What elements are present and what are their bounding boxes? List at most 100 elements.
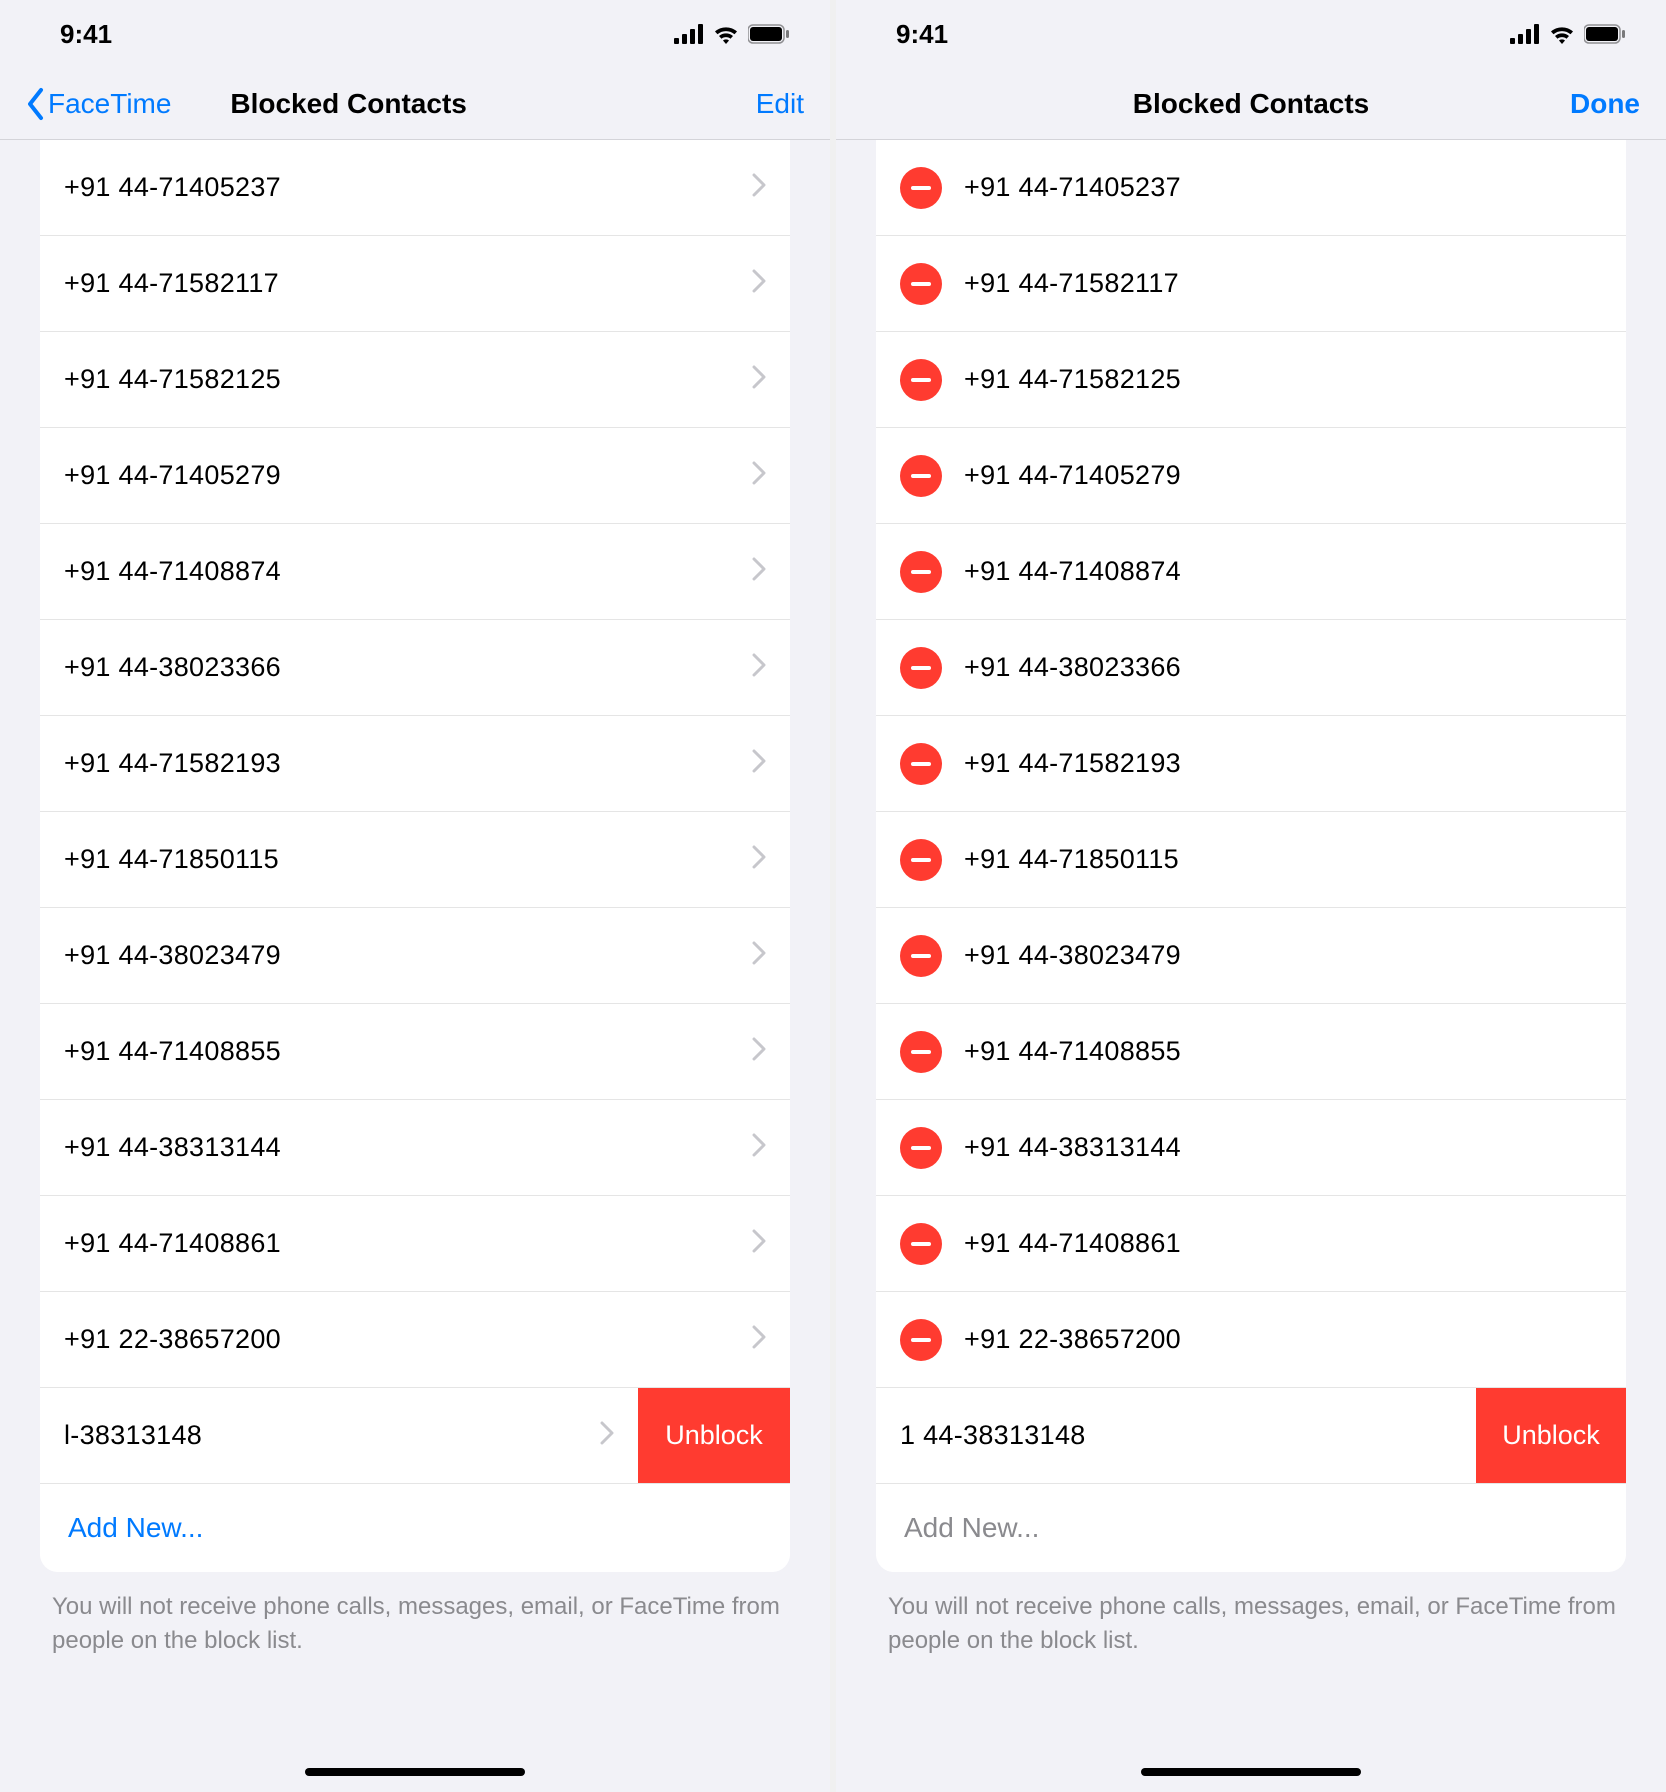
blocked-contact-row[interactable]: +91 44-38313144 bbox=[40, 1100, 790, 1196]
phone-right: 9:41 Blocked Contacts Done +91 44-714052… bbox=[836, 0, 1666, 1792]
delete-minus-icon[interactable] bbox=[900, 1031, 942, 1073]
blocked-contact-row: +91 44-71408861 bbox=[876, 1196, 1626, 1292]
page-title: Blocked Contacts bbox=[1133, 88, 1370, 120]
footer-text: You will not receive phone calls, messag… bbox=[0, 1572, 830, 1657]
blocked-contact-row[interactable]: +91 44-71408855 bbox=[40, 1004, 790, 1100]
contact-number: +91 44-71582117 bbox=[964, 268, 1602, 299]
contact-number: +91 44-71582117 bbox=[64, 268, 752, 299]
blocked-contact-row[interactable]: +91 44-38023366 bbox=[40, 620, 790, 716]
blocked-contact-row: +91 44-38313144 bbox=[876, 1100, 1626, 1196]
blocked-contact-row[interactable]: +91 44-71582193 bbox=[40, 716, 790, 812]
add-new-label: Add New... bbox=[904, 1512, 1039, 1544]
contact-number: +91 44-71405237 bbox=[964, 172, 1602, 203]
chevron-right-icon bbox=[752, 365, 766, 394]
chevron-right-icon bbox=[600, 1421, 614, 1450]
delete-minus-icon[interactable] bbox=[900, 1319, 942, 1361]
contact-number: +91 44-38023366 bbox=[64, 652, 752, 683]
blocked-contact-row: +91 44-71582117 bbox=[876, 236, 1626, 332]
contact-number: +91 44-71408861 bbox=[964, 1228, 1602, 1259]
home-indicator[interactable] bbox=[1141, 1768, 1361, 1776]
cellular-signal-icon bbox=[674, 24, 704, 44]
contact-number: +91 44-71850115 bbox=[964, 844, 1602, 875]
delete-minus-icon[interactable] bbox=[900, 359, 942, 401]
page-title: Blocked Contacts bbox=[230, 88, 467, 120]
chevron-right-icon bbox=[752, 1037, 766, 1066]
cellular-signal-icon bbox=[1510, 24, 1540, 44]
contact-number: +91 44-71408855 bbox=[64, 1036, 752, 1067]
unblock-button-highlighted: Unblock bbox=[638, 1388, 790, 1483]
home-indicator[interactable] bbox=[305, 1768, 525, 1776]
edit-button[interactable]: Edit bbox=[756, 88, 804, 120]
phone-left: 9:41 FaceTime Blocked Contacts Edit +91 … bbox=[0, 0, 830, 1792]
status-bar: 9:41 bbox=[0, 0, 830, 68]
blocked-contact-row[interactable]: +91 44-71850115 bbox=[40, 812, 790, 908]
blocked-contact-row-swiped[interactable]: l-38313148 Unblock bbox=[40, 1388, 790, 1484]
contact-number: 1 44-38313148 bbox=[900, 1420, 1452, 1451]
delete-minus-icon[interactable] bbox=[900, 935, 942, 977]
battery-icon bbox=[748, 24, 790, 44]
wifi-icon bbox=[712, 24, 740, 44]
blocked-contacts-list: +91 44-71405237 +91 44-71582117 +91 44-715… bbox=[40, 140, 790, 1572]
blocked-contact-row-swiped[interactable]: 1 44-38313148 Unblock bbox=[876, 1388, 1626, 1484]
contact-number: +91 44-71408861 bbox=[64, 1228, 752, 1259]
delete-minus-icon[interactable] bbox=[900, 1127, 942, 1169]
blocked-contact-row: +91 44-71408855 bbox=[876, 1004, 1626, 1100]
navigation-bar: Blocked Contacts Done bbox=[836, 68, 1666, 140]
delete-minus-icon[interactable] bbox=[900, 839, 942, 881]
back-button[interactable]: FaceTime bbox=[26, 87, 171, 121]
blocked-contact-row: +91 44-38023479 bbox=[876, 908, 1626, 1004]
blocked-contact-row[interactable]: +91 44-71405279 bbox=[40, 428, 790, 524]
delete-minus-icon[interactable] bbox=[900, 647, 942, 689]
blocked-contact-row: +91 44-71850115 bbox=[876, 812, 1626, 908]
contact-number: +91 44-71582125 bbox=[964, 364, 1602, 395]
chevron-right-icon bbox=[752, 557, 766, 586]
blocked-contact-row: +91 44-71405237 bbox=[876, 140, 1626, 236]
wifi-icon bbox=[1548, 24, 1576, 44]
contact-number: +91 22-38657200 bbox=[64, 1324, 752, 1355]
chevron-right-icon bbox=[752, 653, 766, 682]
chevron-right-icon bbox=[752, 941, 766, 970]
done-button[interactable]: Done bbox=[1570, 88, 1640, 120]
navigation-bar: FaceTime Blocked Contacts Edit bbox=[0, 68, 830, 140]
add-new-button[interactable]: Add New... bbox=[40, 1484, 790, 1572]
chevron-left-icon bbox=[26, 87, 46, 121]
blocked-contact-row: +91 44-71405279 bbox=[876, 428, 1626, 524]
chevron-right-icon bbox=[752, 749, 766, 778]
blocked-contact-row: +91 44-38023366 bbox=[876, 620, 1626, 716]
delete-minus-icon[interactable] bbox=[900, 551, 942, 593]
add-new-button[interactable]: Add New... bbox=[876, 1484, 1626, 1572]
unblock-button[interactable]: Unblock bbox=[1476, 1388, 1626, 1483]
contact-number: +91 44-38023479 bbox=[64, 940, 752, 971]
contact-number: +91 44-71408855 bbox=[964, 1036, 1602, 1067]
status-time: 9:41 bbox=[896, 19, 948, 50]
contact-number: +91 44-71408874 bbox=[964, 556, 1602, 587]
blocked-contact-row: +91 44-71582193 bbox=[876, 716, 1626, 812]
blocked-contact-row[interactable]: +91 44-71582125 bbox=[40, 332, 790, 428]
blocked-contact-row[interactable]: +91 44-38023479 bbox=[40, 908, 790, 1004]
delete-minus-icon[interactable] bbox=[900, 1223, 942, 1265]
status-indicators bbox=[674, 24, 790, 44]
contact-number: +91 44-71582193 bbox=[64, 748, 752, 779]
contact-number: +91 22-38657200 bbox=[964, 1324, 1602, 1355]
blocked-contact-row: +91 44-71582125 bbox=[876, 332, 1626, 428]
contact-number: +91 44-71405279 bbox=[964, 460, 1602, 491]
chevron-right-icon bbox=[752, 1229, 766, 1258]
chevron-right-icon bbox=[752, 461, 766, 490]
delete-minus-icon[interactable] bbox=[900, 455, 942, 497]
delete-minus-icon[interactable] bbox=[900, 167, 942, 209]
blocked-contact-row[interactable]: +91 44-71408874 bbox=[40, 524, 790, 620]
contact-number: +91 44-71405279 bbox=[64, 460, 752, 491]
delete-minus-icon[interactable] bbox=[900, 743, 942, 785]
contact-number: +91 44-71850115 bbox=[64, 844, 752, 875]
blocked-contact-row[interactable]: +91 22-38657200 bbox=[40, 1292, 790, 1388]
battery-icon bbox=[1584, 24, 1626, 44]
blocked-contact-row[interactable]: +91 44-71408861 bbox=[40, 1196, 790, 1292]
blocked-contact-row[interactable]: +91 44-71405237 bbox=[40, 140, 790, 236]
contact-number: +91 44-38023366 bbox=[964, 652, 1602, 683]
blocked-contact-row[interactable]: +91 44-71582117 bbox=[40, 236, 790, 332]
unblock-button[interactable]: Unblock bbox=[644, 1394, 784, 1478]
contact-number: +91 44-71405237 bbox=[64, 172, 752, 203]
delete-minus-icon[interactable] bbox=[900, 263, 942, 305]
status-time: 9:41 bbox=[60, 19, 112, 50]
back-label: FaceTime bbox=[48, 88, 171, 120]
